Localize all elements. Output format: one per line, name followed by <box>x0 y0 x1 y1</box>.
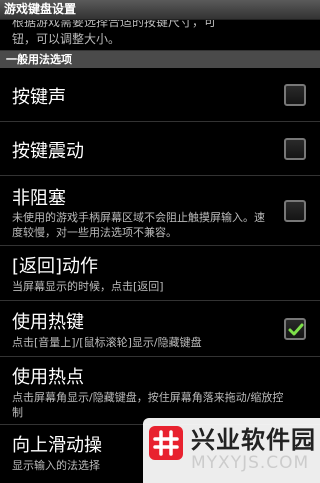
setting-title: 使用热键 <box>12 312 84 333</box>
hotkey-checkbox[interactable] <box>284 318 306 340</box>
watermark-title: 兴业软件园 <box>191 426 316 454</box>
setting-title: 向上滑动操 <box>12 435 102 456</box>
watermark: 兴业软件园 MYXYJS.COM <box>143 418 320 483</box>
hash-logo-icon <box>153 430 179 456</box>
setting-summary: 点击屏幕角显示/隐藏键盘，按住屏幕角落来拖动/缩放控制 <box>12 391 284 419</box>
setting-row-back-action[interactable]: [返回]动作 当屏幕显示的时候，点击[返回] <box>0 246 320 301</box>
setting-summary: 点击[音量上]/[鼠标滚轮]显示/隐藏键盘 <box>12 336 202 349</box>
setting-summary: 当屏幕显示的时候，点击[返回] <box>12 280 164 293</box>
setting-row-hotspot[interactable]: 使用热点 点击屏幕角显示/隐藏键盘，按住屏幕角落来拖动/缩放控制 <box>0 357 320 425</box>
setting-row-hotkey[interactable]: 使用热键 点击[音量上]/[鼠标滚轮]显示/隐藏键盘 <box>0 301 320 357</box>
partial-line-2: 钮，可以调整大小。 <box>12 32 121 46</box>
setting-summary: 未使用的游戏手柄屏幕区域不会阻止触摸屏输入。速度较慢，对一些用法选项不兼容。 <box>12 211 265 239</box>
setting-title: 使用热点 <box>12 367 84 388</box>
partial-preference[interactable]: 根据游戏需要选择合适的按键尺寸，可 钮，可以调整大小。 <box>0 20 320 51</box>
setting-row-key-vibrate[interactable]: 按键震动 <box>0 122 320 176</box>
partial-line-1: 根据游戏需要选择合适的按键尺寸，可 <box>12 20 217 29</box>
title-bar: 游戏键盘设置 <box>0 0 320 20</box>
section-header: 一般用法选项 <box>0 51 320 68</box>
watermark-logo <box>149 426 183 460</box>
check-mark-icon <box>288 323 304 336</box>
setting-row-non-blocking[interactable]: 非阻塞 未使用的游戏手柄屏幕区域不会阻止触摸屏输入。速度较慢，对一些用法选项不兼… <box>0 176 320 246</box>
setting-row-key-sound[interactable]: 按键声 <box>0 68 320 122</box>
partial-summary: 根据游戏需要选择合适的按键尺寸，可 钮，可以调整大小。 <box>12 20 282 48</box>
setting-title: [返回]动作 <box>12 256 99 277</box>
key-vibrate-checkbox[interactable] <box>284 138 306 160</box>
screen: 游戏键盘设置 根据游戏需要选择合适的按键尺寸，可 钮，可以调整大小。 一般用法选… <box>0 0 320 483</box>
setting-title: 非阻塞 <box>12 188 66 209</box>
setting-title: 按键声 <box>12 87 66 108</box>
setting-title: 按键震动 <box>12 141 84 162</box>
key-sound-checkbox[interactable] <box>284 84 306 106</box>
window-title: 游戏键盘设置 <box>4 2 77 16</box>
non-blocking-checkbox[interactable] <box>284 200 306 222</box>
watermark-subtitle: MYXYJS.COM <box>191 453 310 473</box>
